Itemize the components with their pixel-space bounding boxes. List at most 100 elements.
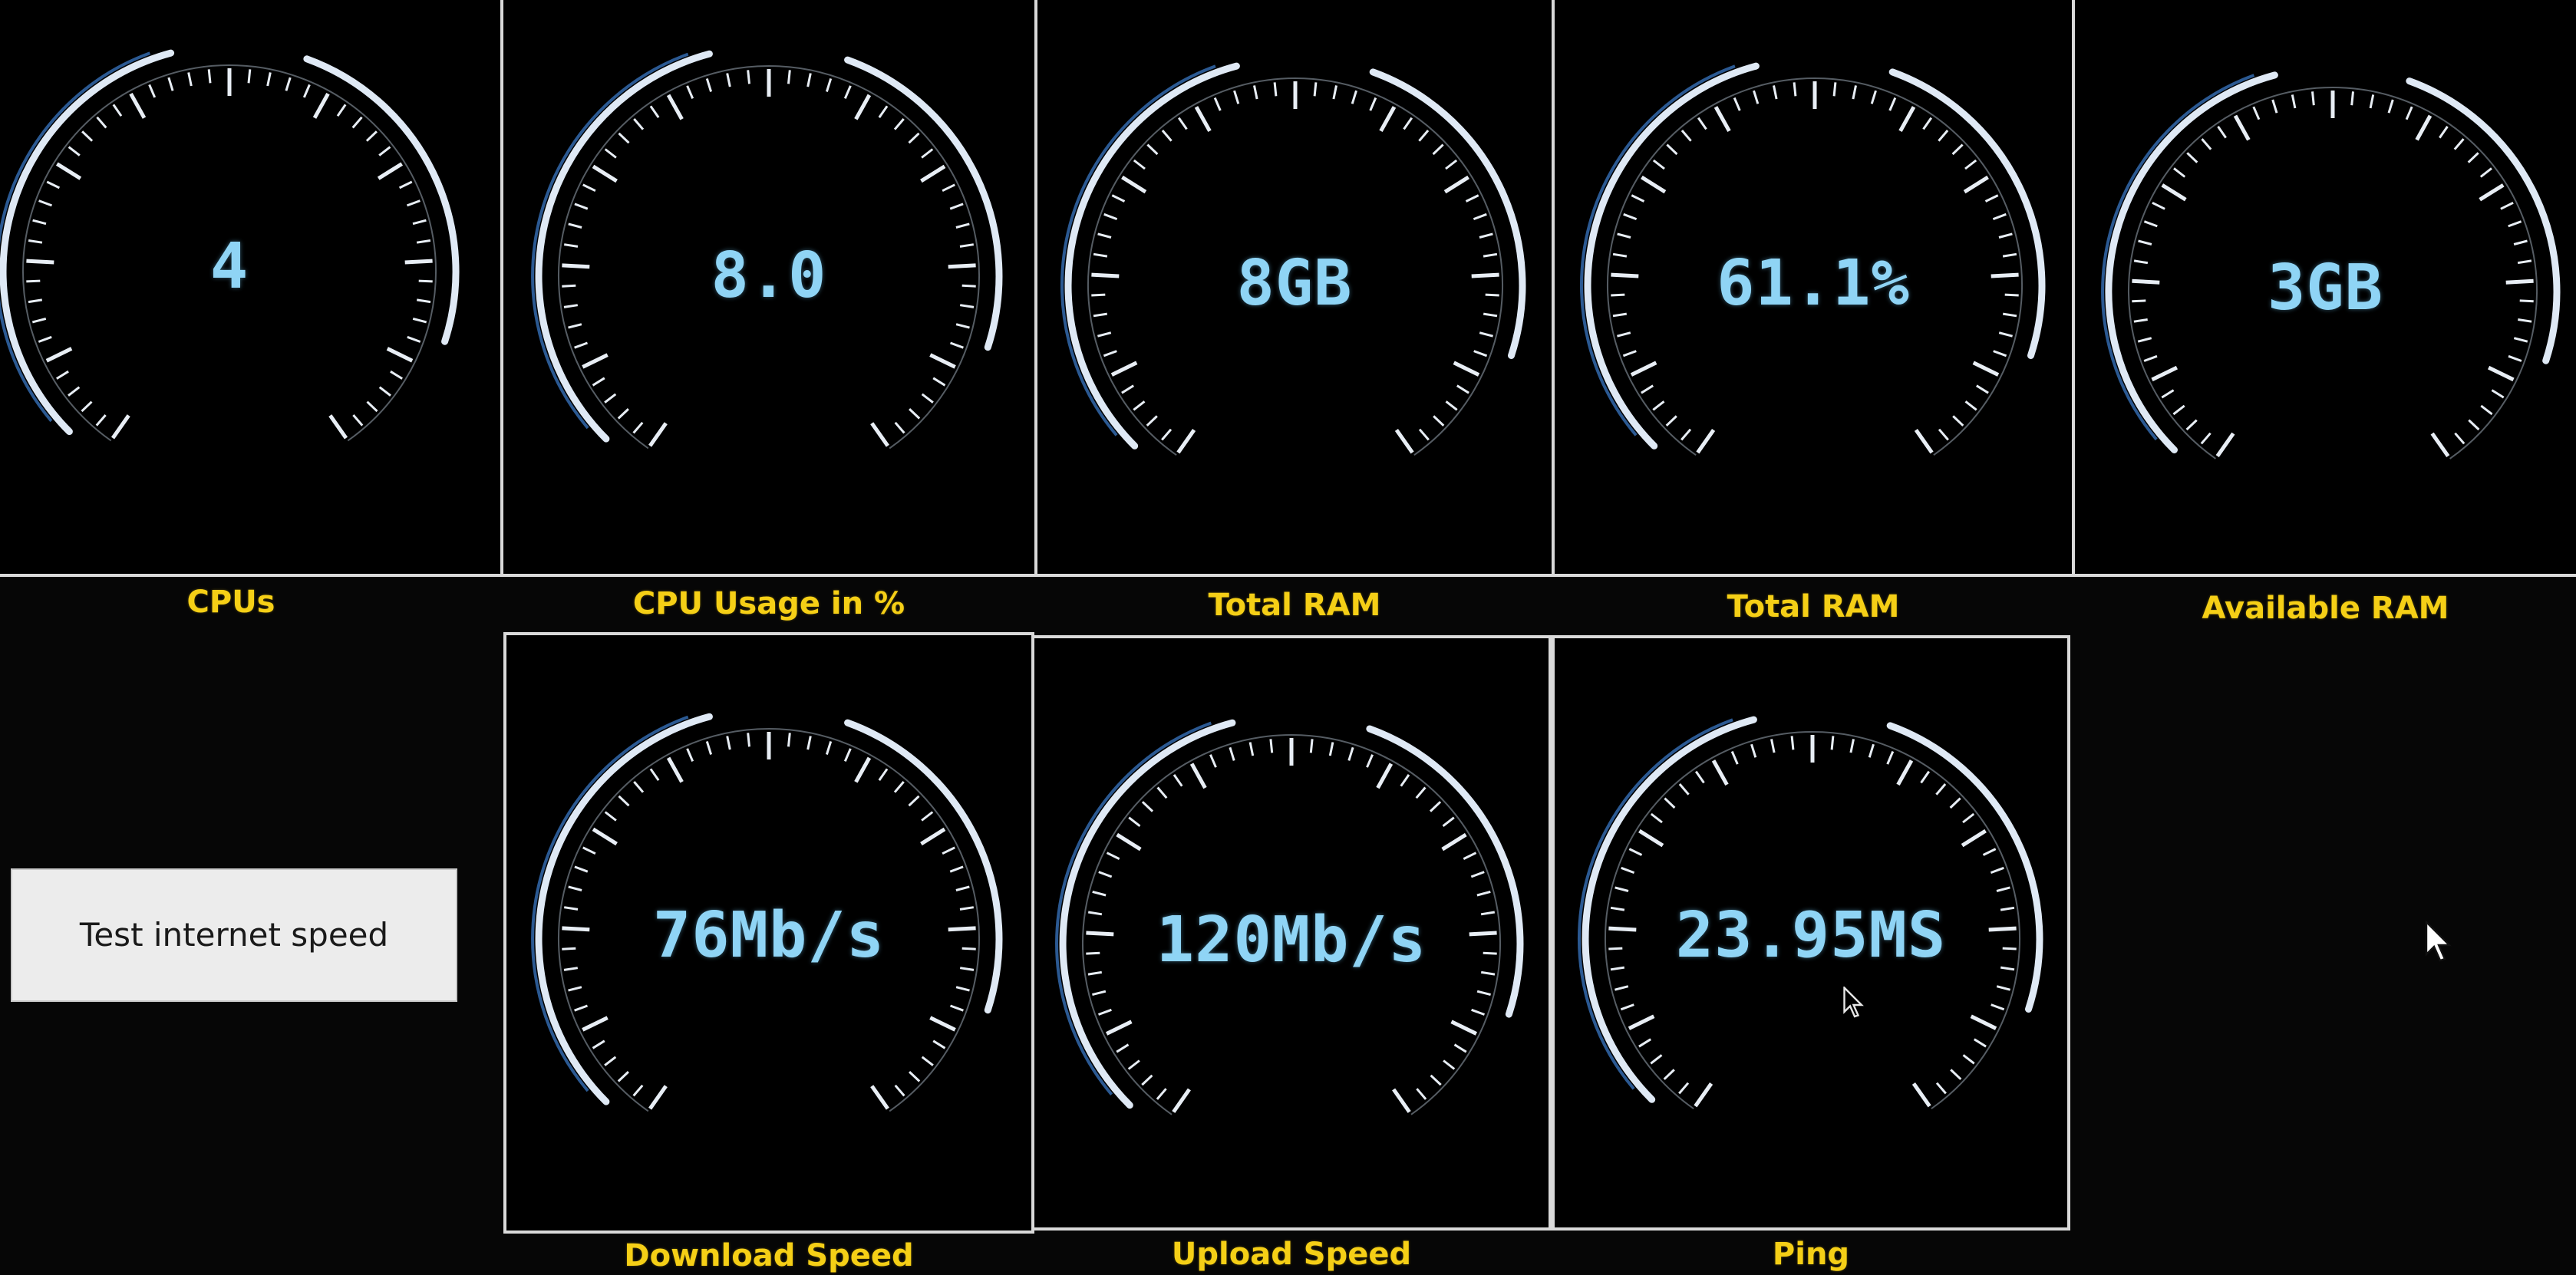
dial-tick: [932, 377, 946, 387]
dial-tick: [1982, 848, 1997, 856]
dial-tick: [1128, 816, 1141, 827]
dial-tick: [2508, 220, 2522, 228]
dashboard-screen: 4 8.0 8GB 61.1% 3GB CPUs CPU Usage in % …: [0, 0, 2576, 1275]
dial-tick: [2405, 106, 2413, 120]
dial-tick: [1161, 428, 1173, 441]
download-label: Download Speed: [624, 1238, 914, 1273]
dial-tick: [921, 1056, 934, 1066]
dial-tick: [825, 740, 833, 755]
dial-tick: [1914, 428, 1934, 454]
cpu-usage-label: CPU Usage in %: [632, 586, 905, 621]
dial-tick: [1650, 1054, 1663, 1065]
dial-tick: [1615, 985, 1629, 991]
dial-tick: [843, 748, 852, 762]
dial-tick: [1888, 97, 1897, 111]
dial-tick: [2137, 337, 2152, 343]
dial-tick: [2513, 337, 2528, 343]
dial-tick: [568, 323, 582, 329]
test-internet-speed-button[interactable]: Test internet speed: [11, 868, 457, 1002]
cpu-usage-value: 8.0: [711, 239, 827, 312]
dial-tick: [747, 70, 750, 84]
dial-tick: [1127, 1059, 1140, 1070]
dial-tick: [1638, 1038, 1651, 1048]
dial-tick: [187, 72, 193, 87]
dial-tick: [1146, 415, 1158, 427]
dial-tick: [726, 73, 731, 87]
dial-tick: [2172, 404, 2185, 416]
dial-tick: [1328, 742, 1334, 756]
dial-tick: [929, 353, 956, 369]
dial-tick: [2513, 239, 2528, 245]
dial-tick: [352, 414, 364, 427]
dial-tick: [2152, 201, 2165, 210]
dial-tick: [686, 85, 694, 99]
dial-tick: [1476, 990, 1491, 997]
dial-tick: [2480, 404, 2493, 416]
dial-tick: [2454, 432, 2466, 445]
upload-label: Upload Speed: [1171, 1237, 1412, 1272]
dial-tick: [1681, 130, 1692, 142]
dial-tick: [38, 335, 52, 343]
dial-tick: [1773, 85, 1778, 100]
dial-tick: [1248, 742, 1255, 756]
dial-tick: [1133, 159, 1146, 170]
gauge-panel-ping: 23.95MS: [1552, 635, 2070, 1231]
dial-tick: [604, 1056, 617, 1066]
dial-tick: [955, 885, 970, 891]
dial-tick: [648, 422, 668, 447]
dial-tick: [1970, 1014, 1997, 1030]
dial-tick: [1471, 1008, 1486, 1016]
dial-tick: [1176, 428, 1196, 454]
dial-tick: [2271, 99, 2278, 114]
dial-tick: [1868, 743, 1875, 758]
dial-tick: [932, 1039, 946, 1049]
dial-tick: [1332, 85, 1337, 100]
dial-tick: [1991, 1003, 2005, 1011]
dial-tick: [574, 203, 589, 210]
total-ram-label: Total RAM: [1208, 588, 1381, 623]
dial-tick: [2151, 365, 2178, 382]
dial-tick: [666, 756, 684, 783]
dial-tick: [386, 347, 414, 363]
dial-tick: [893, 781, 905, 793]
dial-tick: [1476, 890, 1491, 897]
dial-tick: [592, 827, 618, 846]
dial-tick: [1161, 130, 1173, 142]
dial-tick: [1400, 774, 1410, 787]
dial-tick: [1962, 1054, 1975, 1065]
dial-tick: [909, 408, 921, 420]
dial-tick: [1465, 194, 1479, 203]
dial-tick: [2369, 94, 2375, 109]
dial-tick: [2291, 94, 2297, 109]
dial-tick: [649, 768, 660, 781]
dial-tick: [1972, 361, 2000, 377]
dial-tick: [1938, 130, 1949, 142]
dial-tick: [1750, 743, 1757, 758]
dial-tick: [1473, 212, 1487, 221]
dial-tick: [870, 422, 889, 447]
dial-tick: [955, 323, 970, 329]
dial-tick: [1429, 801, 1442, 812]
dial-tick: [1445, 159, 1458, 170]
dial-tick: [1620, 1003, 1634, 1011]
dial-tick: [1106, 852, 1120, 860]
row-divider: [0, 574, 2576, 577]
dial-tick: [843, 85, 852, 99]
dial-tick: [351, 116, 363, 129]
dial-tick: [1938, 428, 1949, 441]
dial-tick: [1106, 1020, 1133, 1036]
dial-tick: [666, 94, 684, 120]
dial-tick: [617, 408, 629, 420]
dial-tick: [604, 811, 617, 822]
dial-tick: [1445, 400, 1458, 411]
dial-tick: [1638, 829, 1664, 848]
dial-tick: [1617, 331, 1631, 338]
dial-tick: [1886, 750, 1895, 765]
dial-tick: [582, 846, 596, 855]
dial-tick: [1631, 194, 1645, 203]
dial-tick: [2311, 91, 2315, 106]
dial-tick: [806, 736, 812, 750]
divider: [1034, 0, 1037, 577]
dial-tick: [336, 104, 347, 117]
dial-tick: [894, 421, 905, 434]
